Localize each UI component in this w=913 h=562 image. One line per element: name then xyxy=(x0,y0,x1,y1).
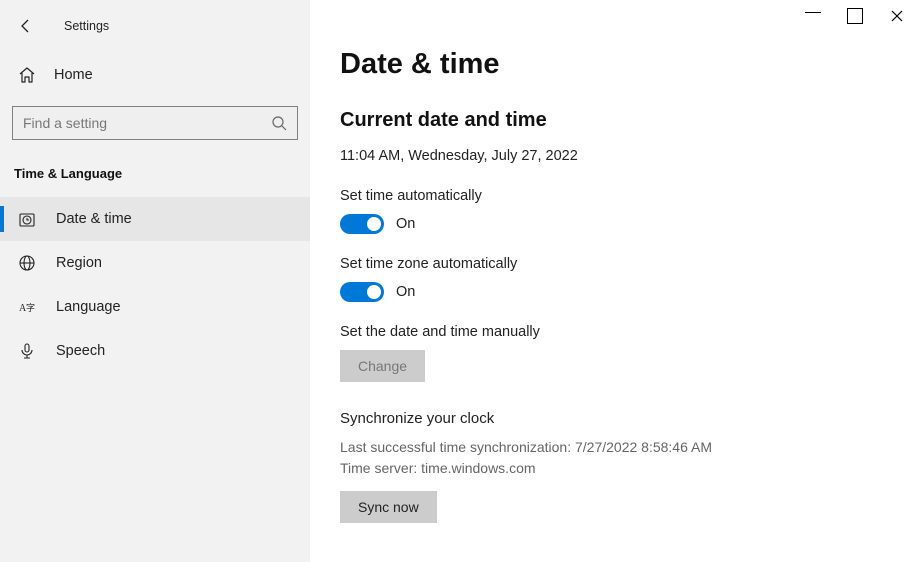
back-button[interactable] xyxy=(18,18,34,34)
sidebar-item-label: Speech xyxy=(56,343,105,359)
current-datetime: 11:04 AM, Wednesday, July 27, 2022 xyxy=(340,148,913,164)
sidebar-item-label: Language xyxy=(56,299,121,315)
toggle-knob xyxy=(367,217,381,231)
set-manual-label: Set the date and time manually xyxy=(340,324,913,340)
set-time-auto-state: On xyxy=(396,216,415,232)
sidebar: Settings Home Time & Language Date & xyxy=(0,0,310,562)
home-label: Home xyxy=(54,67,93,83)
sidebar-category-title: Time & Language xyxy=(0,140,310,191)
set-time-auto-label: Set time automatically xyxy=(340,188,913,204)
close-icon xyxy=(891,10,903,22)
sync-title: Synchronize your clock xyxy=(340,410,913,427)
sidebar-item-language[interactable]: A字 Language xyxy=(0,285,310,329)
sync-now-button[interactable]: Sync now xyxy=(340,491,437,523)
sidebar-item-region[interactable]: Region xyxy=(0,241,310,285)
change-button[interactable]: Change xyxy=(340,350,425,382)
sync-server-text: Time server: time.windows.com xyxy=(340,458,913,479)
set-time-auto-toggle[interactable] xyxy=(340,214,384,234)
maximize-icon xyxy=(847,8,863,24)
toggle-knob xyxy=(367,285,381,299)
sidebar-nav: Date & time Region A字 Language Speech xyxy=(0,191,310,373)
window-title: Settings xyxy=(64,19,109,33)
sidebar-item-speech[interactable]: Speech xyxy=(0,329,310,373)
sidebar-item-label: Date & time xyxy=(56,211,132,227)
search-box[interactable] xyxy=(12,106,298,140)
clock-icon xyxy=(18,210,38,228)
svg-text:字: 字 xyxy=(26,302,35,313)
window-close-button[interactable] xyxy=(889,8,905,24)
sidebar-item-label: Region xyxy=(56,255,102,271)
sidebar-item-date-time[interactable]: Date & time xyxy=(0,197,310,241)
mic-icon xyxy=(18,342,38,360)
sync-last-text: Last successful time synchronization: 7/… xyxy=(340,437,913,458)
window-maximize-button[interactable] xyxy=(847,8,863,24)
set-tz-auto-toggle[interactable] xyxy=(340,282,384,302)
main-content: Date & time Current date and time 11:04 … xyxy=(310,0,913,562)
globe-icon xyxy=(18,254,38,272)
section-current-title: Current date and time xyxy=(340,109,913,132)
language-icon: A字 xyxy=(18,298,38,316)
search-input[interactable] xyxy=(23,115,271,131)
home-icon xyxy=(18,66,36,84)
minimize-icon xyxy=(805,12,821,28)
page-title: Date & time xyxy=(340,48,913,81)
search-icon xyxy=(271,115,287,131)
home-nav[interactable]: Home xyxy=(0,38,310,106)
window-minimize-button[interactable] xyxy=(805,8,821,24)
set-tz-auto-state: On xyxy=(396,284,415,300)
set-tz-auto-label: Set time zone automatically xyxy=(340,256,913,272)
